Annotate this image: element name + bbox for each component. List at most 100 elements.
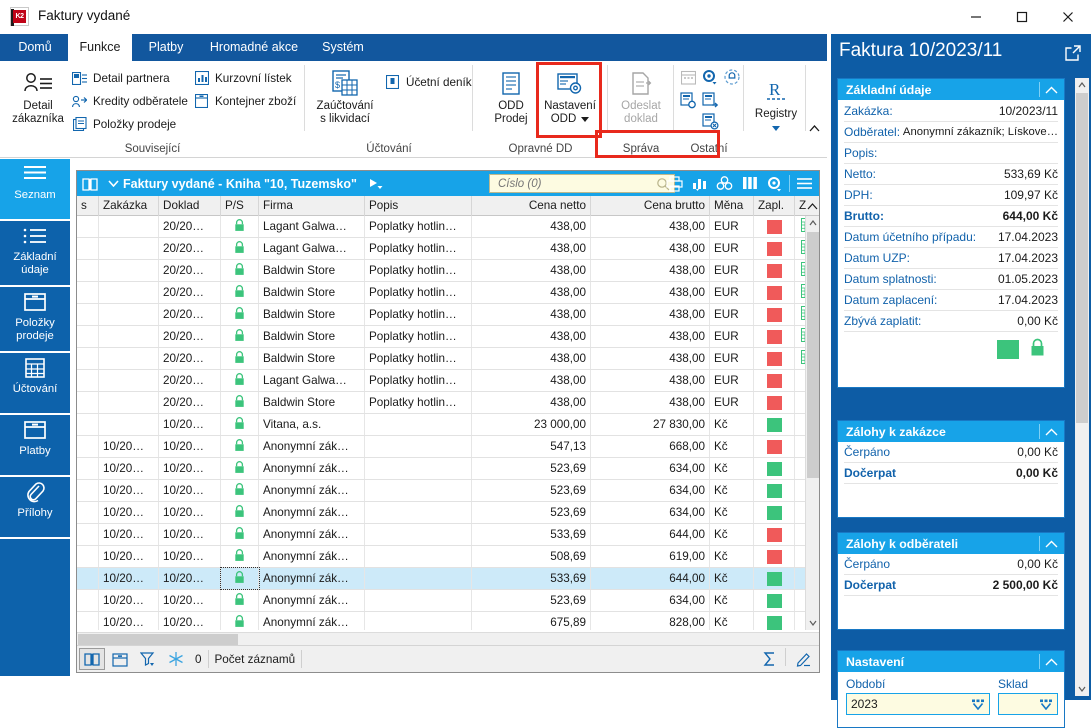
- tab-domu[interactable]: Domů: [4, 34, 66, 61]
- obdobi-select[interactable]: 2023: [846, 693, 990, 715]
- kurzovni-listek-button[interactable]: Kurzovní lístek: [192, 67, 292, 89]
- chevron-down-icon[interactable]: [581, 113, 590, 126]
- colhead-cena-netto[interactable]: Cena netto: [472, 196, 591, 216]
- table-row[interactable]: 10/20… 10/20… Anonymní zák… 508,69 619,00 Kč: [77, 546, 805, 568]
- dropdown-icon[interactable]: [1039, 699, 1053, 713]
- odeslat-doklad-button[interactable]: Odeslat doklad: [609, 63, 673, 126]
- colhead-zakazka[interactable]: Zakázka: [99, 196, 159, 216]
- play-dropdown-icon[interactable]: [363, 178, 389, 190]
- table-row[interactable]: 20/20… Lagant Galwa… Poplatky hotlin… 438,0…: [77, 370, 805, 392]
- tab-hromadne-akce[interactable]: Hromadné akce: [200, 34, 308, 61]
- scroll-thumb[interactable]: [1076, 93, 1088, 423]
- ucetni-denik-button[interactable]: Účetní deník: [383, 71, 472, 93]
- tab-platby[interactable]: Platby: [136, 34, 196, 61]
- scroll-up-icon[interactable]: [806, 216, 820, 230]
- chevron-down-icon[interactable]: [103, 180, 123, 187]
- table-row[interactable]: 20/20… Baldwin Store Poplatky hotlin… 438,0…: [77, 282, 813, 304]
- table-row[interactable]: 10/20… 10/20… Anonymní zák… 523,69 634,00 Kč: [77, 502, 805, 524]
- table-row[interactable]: 20/20… Lagant Galwa… Poplatky hotlin… 438,0…: [77, 216, 813, 238]
- colhead-zapl[interactable]: Zapl.: [754, 196, 795, 216]
- minimize-icon[interactable]: [953, 0, 999, 34]
- book-icon[interactable]: [79, 648, 105, 670]
- chevron-up-icon[interactable]: [1040, 658, 1062, 666]
- odd-prodej-button[interactable]: ODD Prodej: [479, 63, 543, 126]
- chevron-down-icon[interactable]: [744, 122, 808, 135]
- table-row[interactable]: 10/20… 10/20… Anonymní zák… 533,69 644,00 Kč: [77, 567, 805, 590]
- search-field[interactable]: [489, 174, 675, 193]
- filter-icon[interactable]: [135, 648, 161, 670]
- scroll-down-icon[interactable]: [1075, 682, 1089, 696]
- detail-zakaznika-button[interactable]: Detail zákazníka: [6, 63, 70, 126]
- card-header-zalohy-k-zakazce[interactable]: Zálohy k zakázce: [838, 421, 1064, 442]
- scroll-thumb-horizontal[interactable]: [78, 634, 238, 645]
- table-row[interactable]: 10/20… 10/20… Anonymní zák… 523,69 634,00 Kč: [77, 590, 805, 612]
- chart-bar-icon[interactable]: [687, 171, 712, 196]
- card-header-zalohy-k-odberateli[interactable]: Zálohy k odběrateli: [838, 533, 1064, 554]
- table-row[interactable]: 10/20… 10/20… Anonymní zák… 523,69 634,00 Kč: [77, 458, 805, 480]
- sidebar-item-platby[interactable]: Platby: [0, 414, 70, 476]
- registry-button[interactable]: R Registry: [744, 71, 808, 135]
- table-row[interactable]: 20/20… Baldwin Store Poplatky hotlin… 438,0…: [77, 304, 813, 326]
- table-row[interactable]: 20/20… Baldwin Store Poplatky hotlin… 438,0…: [77, 326, 813, 348]
- card-header-nastaveni[interactable]: Nastavení: [838, 651, 1064, 672]
- gear-dropdown-icon[interactable]: [698, 65, 722, 89]
- sidebar-item-prilohy[interactable]: Přílohy: [0, 476, 70, 538]
- polozky-prodeje-button[interactable]: Položky prodeje: [70, 113, 176, 135]
- colhead-mena[interactable]: Měna: [710, 196, 754, 216]
- open-external-icon[interactable]: [1065, 45, 1081, 64]
- chevron-up-icon[interactable]: [1040, 540, 1062, 548]
- table-row[interactable]: 20/20… Baldwin Store Poplatky hotlin… 438,0…: [77, 348, 813, 370]
- colhead-popis[interactable]: Popis: [365, 196, 472, 216]
- colhead-ps[interactable]: P/S: [221, 196, 259, 216]
- chevron-up-icon[interactable]: [1040, 428, 1062, 436]
- box-icon[interactable]: [107, 648, 133, 670]
- book-icon[interactable]: [77, 177, 103, 191]
- table-row[interactable]: 10/20… 10/20… Anonymní zák… 675,89 828,00 Kč: [77, 612, 805, 630]
- scroll-down-icon[interactable]: [806, 616, 820, 630]
- sklad-select[interactable]: [998, 693, 1058, 715]
- colhead-doklad[interactable]: Doklad: [159, 196, 221, 216]
- ribbon-collapse-icon[interactable]: [805, 119, 823, 137]
- chevron-up-icon[interactable]: [1040, 86, 1062, 94]
- pivot-icon[interactable]: [712, 171, 737, 196]
- tab-system[interactable]: Systém: [312, 34, 374, 61]
- snowflake-icon[interactable]: [163, 648, 189, 670]
- colhead-firma[interactable]: Firma: [259, 196, 365, 216]
- calendar-icon[interactable]: [676, 65, 700, 89]
- card-header-zakladni-udaje[interactable]: Základní údaje: [838, 79, 1064, 100]
- table-row[interactable]: 10/20… 10/20… Anonymní zák… 533,69 644,00 Kč: [77, 524, 805, 546]
- gear-icon[interactable]: [762, 171, 787, 196]
- table-row[interactable]: 10/20… 10/20… Anonymní zák… 547,13 668,00 Kč: [77, 436, 805, 458]
- maximize-icon[interactable]: [999, 0, 1045, 34]
- close-icon[interactable]: [1045, 0, 1091, 34]
- grid-horizontal-scrollbar[interactable]: [77, 632, 819, 645]
- edit-pencil-icon[interactable]: [791, 648, 817, 670]
- table-row[interactable]: 10/20… Vitana, a.s. 23 000,00 27 830,00 Kč: [77, 414, 805, 436]
- print-icon[interactable]: [662, 171, 687, 196]
- scroll-up-icon[interactable]: [1075, 78, 1089, 92]
- zauctovani-s-likvidaci-button[interactable]: $ Zaúčtování s likvidací: [309, 63, 381, 126]
- sidebar-item-polozky-prodeje[interactable]: Položky prodeje: [0, 286, 70, 352]
- table-row[interactable]: 10/20… 10/20… Anonymní zák… 523,69 634,00 Kč: [77, 480, 805, 502]
- colhead-cena-brutto[interactable]: Cena brutto: [591, 196, 710, 216]
- detail-partnera-button[interactable]: Detail partnera: [70, 67, 170, 89]
- table-row[interactable]: 20/20… Baldwin Store Poplatky hotlin… 438,0…: [77, 260, 813, 282]
- table-row[interactable]: 20/20… Baldwin Store Poplatky hotlin… 438,0…: [77, 392, 805, 414]
- kredity-odberatele-button[interactable]: Kredity odběratele: [70, 90, 188, 112]
- sidebar-item-zakladni-udaje[interactable]: Základní údaje: [0, 220, 70, 286]
- nastaveni-odd-button[interactable]: Nastavení ODD: [537, 63, 603, 126]
- kontejner-zbozi-button[interactable]: Kontejner zboží: [192, 90, 296, 112]
- document-search-icon[interactable]: [676, 88, 700, 112]
- columns-icon[interactable]: [737, 171, 762, 196]
- document-delete-icon[interactable]: [698, 109, 722, 133]
- sort-chevron-icon[interactable]: [807, 199, 818, 213]
- dropdown-icon[interactable]: [971, 699, 985, 713]
- sidebar-item-uctovani[interactable]: Účtování: [0, 352, 70, 414]
- grid-vertical-scrollbar[interactable]: [805, 216, 819, 630]
- shield-clock-icon[interactable]: [720, 65, 744, 89]
- detail-panel-scrollbar[interactable]: [1075, 78, 1089, 696]
- hamburger-icon[interactable]: [792, 171, 817, 196]
- table-row[interactable]: 20/20… Lagant Galwa… Poplatky hotlin… 438,0…: [77, 238, 813, 260]
- scroll-thumb[interactable]: [807, 232, 819, 478]
- sidebar-item-seznam[interactable]: Seznam: [0, 158, 70, 220]
